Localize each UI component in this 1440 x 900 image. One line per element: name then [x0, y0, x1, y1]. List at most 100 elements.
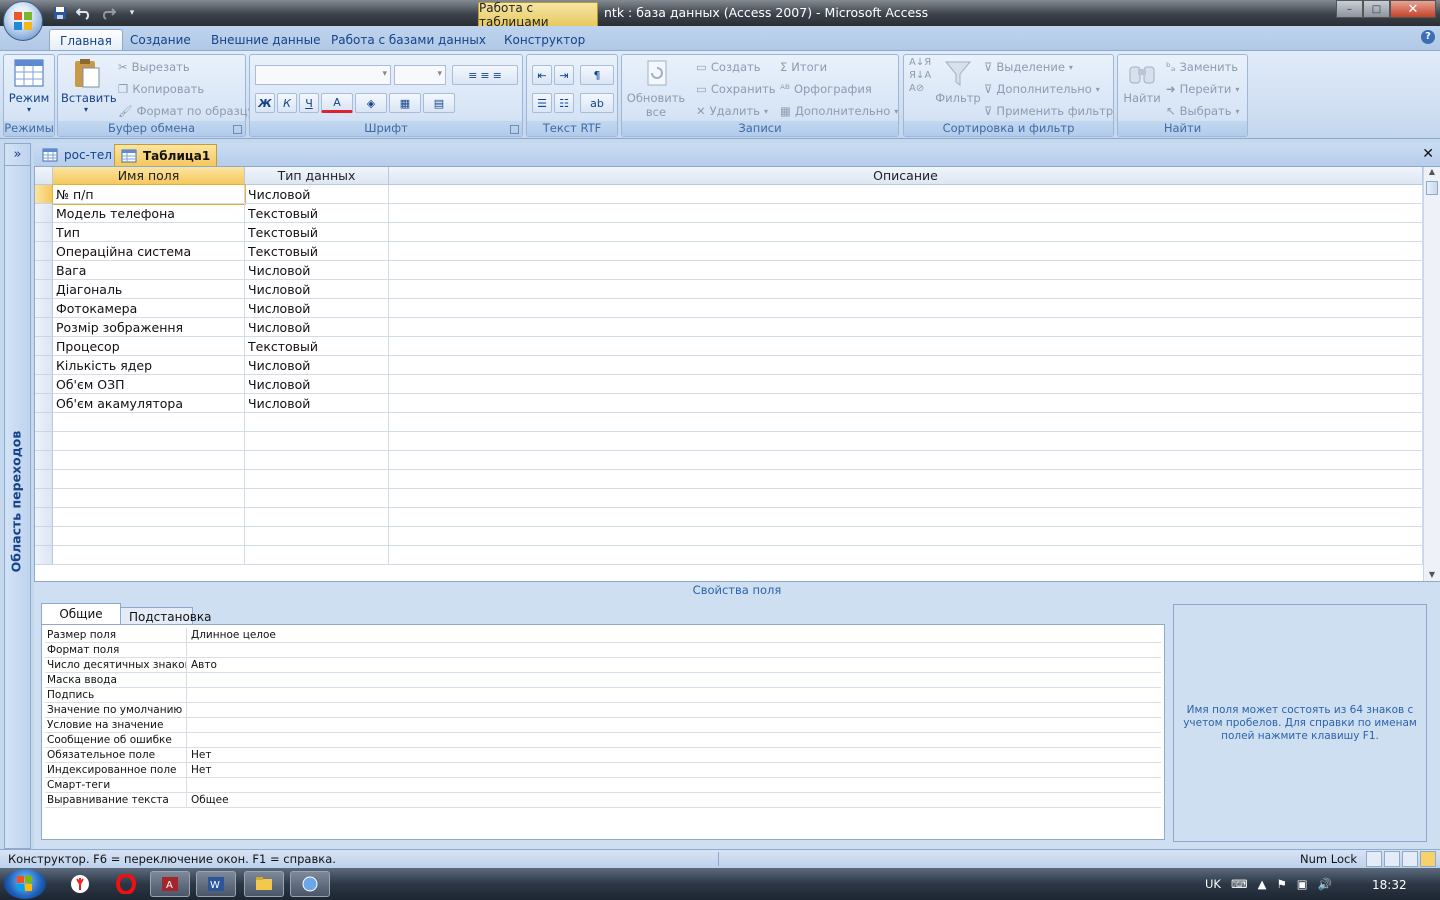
- new-record-button[interactable]: ▭ Создать: [696, 57, 761, 77]
- filter-button[interactable]: Фильтр: [934, 57, 982, 105]
- field-name-cell[interactable]: [53, 546, 245, 565]
- row-selector[interactable]: [35, 432, 53, 451]
- row-selector[interactable]: [35, 546, 53, 565]
- data-type-cell[interactable]: [245, 413, 389, 432]
- taskbar-yandex-icon[interactable]: [60, 871, 100, 897]
- font-name-combo[interactable]: [255, 65, 391, 85]
- description-cell[interactable]: [389, 280, 1423, 299]
- row-selector[interactable]: [35, 280, 53, 299]
- keyboard-icon[interactable]: ⌨: [1231, 877, 1248, 891]
- field-name-cell[interactable]: Розмір зображення: [53, 318, 245, 337]
- table-row[interactable]: Процесор Текстовый: [35, 337, 1423, 356]
- selection-button[interactable]: ⊽ Выделение ▾: [984, 57, 1073, 77]
- data-type-cell[interactable]: Числовой: [245, 299, 389, 318]
- data-type-cell[interactable]: Текстовый: [245, 337, 389, 356]
- property-row[interactable]: Выравнивание текста Общее: [45, 793, 1161, 808]
- table-row[interactable]: Модель телефона Текстовый: [35, 204, 1423, 223]
- property-value[interactable]: [188, 778, 191, 793]
- field-name-cell[interactable]: Операційна система: [53, 242, 245, 261]
- doc-tab-ros-tel[interactable]: рос-тел: [36, 144, 118, 166]
- more-records-button[interactable]: ▦ Дополнительно ▾: [780, 101, 898, 121]
- table-row[interactable]: [35, 432, 1423, 451]
- clipboard-launcher-icon[interactable]: [233, 125, 242, 134]
- description-cell[interactable]: [389, 356, 1423, 375]
- totals-button[interactable]: Σ Итоги: [780, 57, 827, 77]
- table-row[interactable]: [35, 451, 1423, 470]
- table-row[interactable]: [35, 527, 1423, 546]
- font-color-button[interactable]: A: [321, 93, 353, 113]
- scroll-down-icon[interactable]: ▼: [1424, 570, 1440, 579]
- save-icon[interactable]: [50, 4, 70, 22]
- property-value[interactable]: Авто: [188, 658, 217, 673]
- scroll-thumb[interactable]: [1426, 181, 1438, 195]
- description-cell[interactable]: [389, 318, 1423, 337]
- tray-expand-icon[interactable]: ▲: [1258, 877, 1267, 891]
- property-value[interactable]: [188, 718, 191, 733]
- nav-pane-toggle-icon[interactable]: »: [5, 144, 30, 166]
- maximize-button[interactable]: □: [1363, 0, 1390, 18]
- description-cell[interactable]: [389, 508, 1423, 527]
- description-cell[interactable]: [389, 432, 1423, 451]
- property-value[interactable]: Нет: [188, 748, 211, 763]
- description-cell[interactable]: [389, 299, 1423, 318]
- description-cell[interactable]: [389, 337, 1423, 356]
- description-cell[interactable]: [389, 451, 1423, 470]
- table-row[interactable]: Кількість ядер Числовой: [35, 356, 1423, 375]
- data-type-cell[interactable]: Текстовый: [245, 242, 389, 261]
- clock[interactable]: 18:32: [1372, 878, 1407, 892]
- field-name-cell[interactable]: Фотокамера: [53, 299, 245, 318]
- property-row[interactable]: Число десятичных знаков Авто: [45, 658, 1161, 673]
- help-icon[interactable]: ?: [1421, 30, 1435, 44]
- property-value[interactable]: [188, 733, 191, 748]
- table-row[interactable]: № п/п Числовой: [35, 184, 1423, 205]
- table-row[interactable]: Операційна система Текстовый: [35, 242, 1423, 261]
- numbering-icon[interactable]: ☰: [532, 93, 552, 113]
- property-row[interactable]: Маска ввода: [45, 673, 1161, 688]
- underline-button[interactable]: Ч: [299, 93, 319, 113]
- field-name-cell[interactable]: [53, 508, 245, 527]
- fill-color-button[interactable]: ◈: [355, 93, 387, 113]
- property-value[interactable]: Общее: [188, 793, 229, 808]
- table-row[interactable]: Об'єм ОЗП Числовой: [35, 375, 1423, 394]
- table-row[interactable]: [35, 508, 1423, 527]
- row-selector[interactable]: [35, 527, 53, 546]
- description-cell[interactable]: [389, 470, 1423, 489]
- spelling-button[interactable]: ᴬᴮ Орфография: [780, 79, 872, 99]
- paste-button[interactable]: Вставить ▾: [61, 57, 117, 114]
- sort-descending-icon[interactable]: Я↓A: [909, 70, 931, 81]
- network-icon[interactable]: ▣: [1297, 877, 1308, 891]
- format-painter-button[interactable]: 🖌 Формат по образцу: [118, 101, 254, 121]
- data-type-cell[interactable]: Числовой: [245, 356, 389, 375]
- cut-button[interactable]: ✂ Вырезать: [118, 57, 190, 77]
- bold-button[interactable]: Ж: [255, 93, 275, 113]
- close-button[interactable]: ✕: [1390, 0, 1436, 18]
- table-row[interactable]: Вага Числовой: [35, 261, 1423, 280]
- header-description[interactable]: Описание: [389, 167, 1423, 185]
- alt-fill-button[interactable]: ▤: [423, 93, 455, 113]
- description-cell[interactable]: [389, 546, 1423, 565]
- select-all-corner[interactable]: [35, 167, 53, 185]
- description-cell[interactable]: [389, 204, 1423, 223]
- decrease-indent-icon[interactable]: ⇤: [532, 65, 552, 85]
- field-name-cell[interactable]: [53, 413, 245, 432]
- description-cell[interactable]: [389, 413, 1423, 432]
- tab-lookup[interactable]: Подстановка: [120, 607, 211, 625]
- align-left-icon[interactable]: ≡: [468, 69, 477, 82]
- table-row[interactable]: Фотокамера Числовой: [35, 299, 1423, 318]
- row-selector[interactable]: [35, 375, 53, 394]
- data-type-cell[interactable]: Числовой: [245, 185, 389, 204]
- row-selector[interactable]: [35, 204, 53, 223]
- property-row[interactable]: Условие на значение: [45, 718, 1161, 733]
- find-button[interactable]: Найти: [1120, 57, 1164, 105]
- field-name-cell[interactable]: [53, 527, 245, 546]
- field-name-cell[interactable]: Кількість ядер: [53, 356, 245, 375]
- scroll-up-icon[interactable]: ▲: [1424, 167, 1440, 181]
- data-type-cell[interactable]: Числовой: [245, 318, 389, 337]
- row-selector[interactable]: [35, 451, 53, 470]
- increase-indent-icon[interactable]: ⇥: [554, 65, 574, 85]
- property-row[interactable]: Смарт-теги: [45, 778, 1161, 793]
- tab-general[interactable]: Общие: [41, 603, 121, 625]
- datasheet-view-icon[interactable]: [1366, 851, 1382, 867]
- field-name-cell[interactable]: [53, 470, 245, 489]
- font-launcher-icon[interactable]: [510, 125, 519, 134]
